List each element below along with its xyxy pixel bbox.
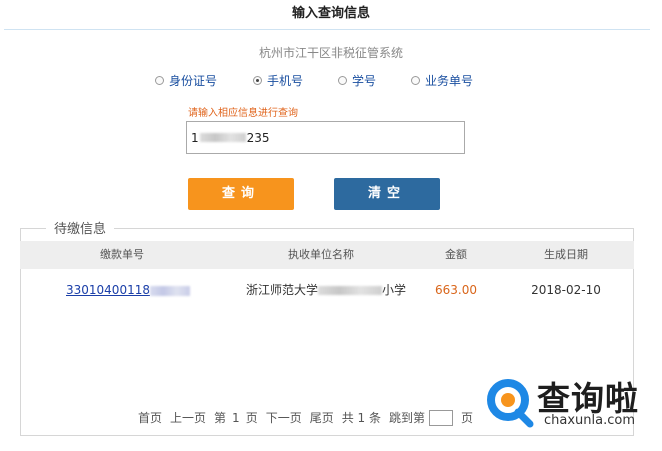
table-row: 33010400118 浙江师范大学 小学 663.00 2018-02-10	[20, 280, 634, 300]
jump-page-input[interactable]	[429, 409, 454, 426]
watermark-logo: 查询啦 chaxunla.com	[482, 370, 662, 440]
radio-button-icon	[411, 76, 420, 85]
radio-button-icon	[155, 76, 164, 85]
radio-label: 业务单号	[425, 74, 474, 88]
unit-name-suffix: 小学	[382, 283, 407, 297]
query-type-radio-group: 身份证号 手机号 学号 业务单号	[0, 72, 662, 88]
input-hint: 请输入相应信息进行查询	[188, 108, 298, 119]
query-input[interactable]: 1 235	[186, 121, 465, 154]
clear-button[interactable]: 清空	[334, 178, 440, 210]
column-header: 金额	[445, 248, 467, 261]
pagination: 首页 上一页 第1页 下一页 尾页 共 1 条 跳到第 页	[138, 409, 481, 426]
radio-student-id[interactable]: 学号	[338, 72, 376, 89]
section-title: 待缴信息	[46, 218, 115, 237]
page-label-pre: 第	[214, 411, 227, 425]
watermark-url: chaxunla.com	[544, 413, 635, 428]
unit-name-prefix: 浙江师范大学	[245, 283, 318, 297]
amount-cell: 663.00	[435, 283, 477, 297]
total-count: 共 1 条	[341, 411, 381, 425]
unit-name-cell: 浙江师范大学 小学	[242, 280, 410, 300]
page-indicator: 第1页	[214, 409, 258, 426]
query-input-prefix: 1	[191, 130, 199, 145]
radio-button-icon	[338, 76, 347, 85]
radio-label: 身份证号	[169, 74, 218, 88]
first-page-link[interactable]: 首页	[138, 409, 162, 426]
last-page-link[interactable]: 尾页	[310, 409, 334, 426]
query-button[interactable]: 查询	[188, 178, 294, 210]
page-label-post: 页	[245, 411, 258, 425]
next-page-link[interactable]: 下一页	[266, 409, 302, 426]
column-header: 执收单位名称	[288, 248, 354, 261]
radio-phone[interactable]: 手机号	[253, 72, 303, 89]
table-header: 缴款单号 执收单位名称 金额 生成日期	[20, 241, 634, 269]
column-header: 生成日期	[544, 248, 588, 261]
masked-digits	[199, 133, 246, 142]
page-title: 输入查询信息	[291, 6, 370, 21]
masked-unit-name	[318, 286, 382, 295]
page-number: 1	[232, 411, 240, 425]
radio-label: 学号	[352, 74, 377, 88]
masked-order-digits	[149, 285, 190, 296]
jump-suffix: 页	[461, 411, 474, 425]
jump-label: 跳到第	[389, 411, 426, 425]
radio-label: 手机号	[267, 74, 304, 88]
order-number-link[interactable]: 33010400118	[66, 280, 190, 300]
radio-business-no[interactable]: 业务单号	[411, 72, 473, 89]
search-magnifier-icon	[485, 377, 534, 428]
radio-button-checked-icon	[253, 76, 262, 85]
query-input-suffix: 235	[246, 130, 270, 145]
system-subtitle: 杭州市江干区非税征管系统	[258, 46, 403, 60]
order-number[interactable]: 33010400118	[66, 283, 150, 297]
prev-page-link[interactable]: 上一页	[170, 409, 206, 426]
column-header: 缴款单号	[100, 248, 144, 261]
date-cell: 2018-02-10	[531, 283, 601, 297]
radio-id-card[interactable]: 身份证号	[155, 72, 217, 89]
header-divider	[4, 29, 650, 30]
